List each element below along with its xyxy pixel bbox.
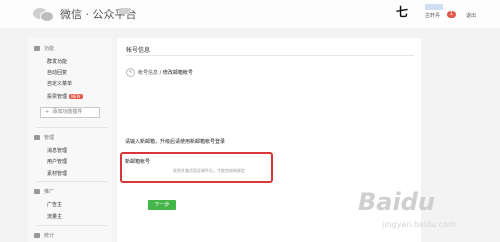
sidebar-item-advertiser[interactable]: 广告主 [47, 201, 62, 208]
back-arrow-icon[interactable]: < [126, 68, 135, 77]
sidebar-item-materials[interactable]: 素材管理 [47, 170, 67, 177]
breadcrumb-parent[interactable]: 帐号信息 [138, 70, 158, 76]
instruction-text: 请输入新邮箱，升级后请使用新邮箱帐号登录 [125, 139, 226, 145]
avatar-icon[interactable]: 七 [395, 5, 409, 19]
top-bar: 微信 · 公众平台 七 古轩丹 1 退出 [0, 0, 500, 28]
account-name[interactable]: 古轩丹 [425, 12, 440, 19]
sidebar-item-users[interactable]: 用户管理 [47, 158, 67, 165]
add-plugin-button[interactable]: + 添加功能插件 [40, 107, 100, 118]
wechat-logo-icon[interactable] [33, 6, 55, 22]
breadcrumb: 帐号信息 / 修改邮箱帐号 [138, 69, 193, 76]
sidebar-item-custom-menu[interactable]: 自定义菜单 [47, 80, 72, 87]
page-title: 帐号信息 [126, 47, 151, 54]
watermark-url: jingyan.baidu.com [382, 220, 456, 229]
sidebar-item-auto-reply[interactable]: 自动回复 [47, 69, 67, 76]
plus-icon: + [45, 109, 50, 115]
sidebar-item-messages[interactable]: 消息管理 [47, 147, 67, 154]
sidebar-divider [36, 127, 108, 128]
new-email-label: 新邮箱帐号 [125, 159, 151, 165]
notification-badge[interactable]: 1 [447, 11, 456, 18]
grid-icon [34, 46, 40, 51]
breadcrumb-current: 修改邮箱帐号 [162, 70, 193, 76]
new-badge: NEW [69, 94, 83, 99]
beta-badge [119, 8, 130, 14]
email-hint: 收到并激活验证邮件后，才能完成新绑定 [173, 168, 245, 173]
sidebar-item-vote[interactable]: 投票管理 NEW [47, 93, 83, 100]
logout-link[interactable]: 退出 [466, 12, 476, 19]
sidebar-section-stats: 统计 [34, 232, 54, 239]
next-button[interactable]: 下一步 [148, 200, 176, 210]
sidebar-section-features: 功能 [34, 45, 54, 52]
breadcrumb-separator: / [159, 70, 162, 76]
sidebar-section-promote: 推广 [34, 188, 54, 195]
title-divider [126, 55, 414, 56]
stats-icon [34, 233, 40, 238]
chat-icon [34, 135, 40, 140]
sidebar-section-manage: 管理 [34, 134, 54, 141]
megaphone-icon [34, 189, 40, 194]
sidebar-item-broadcast[interactable]: 群发功能 [47, 58, 67, 65]
sidebar-divider [36, 181, 108, 182]
sidebar-divider [36, 225, 108, 226]
new-email-input[interactable] [154, 155, 264, 164]
sidebar: 功能 群发功能 自动回复 自定义菜单 投票管理 NEW + 添加功能插件 管理 消息… [28, 38, 112, 242]
sidebar-item-publisher[interactable]: 流量主 [47, 213, 62, 220]
baidu-watermark: Baidu [358, 188, 435, 216]
verified-badge [425, 4, 443, 10]
